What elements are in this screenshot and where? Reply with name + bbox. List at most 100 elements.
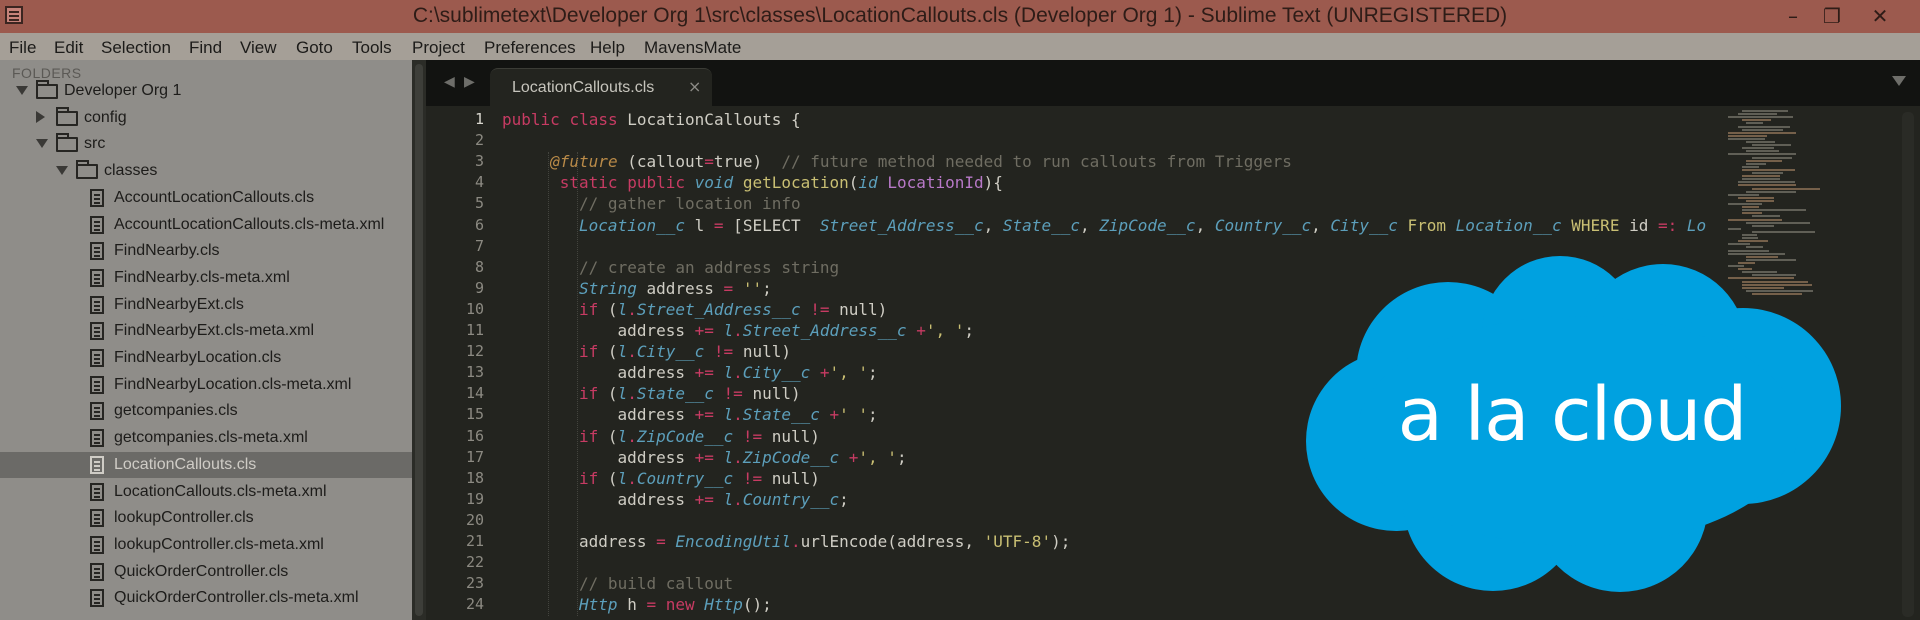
code-line[interactable]: if (l.Country__c != null) — [579, 469, 820, 490]
code-line[interactable]: String address = ''; — [579, 279, 772, 300]
minimap-line — [1728, 137, 1766, 140]
code-line[interactable]: // create an address string — [579, 258, 839, 279]
minimap-line — [1752, 172, 1784, 174]
code-line[interactable]: address += l.Country__c; — [618, 490, 849, 511]
code-line[interactable]: public class LocationCallouts { — [502, 110, 801, 131]
menu-view[interactable]: View — [240, 35, 277, 58]
sidebar-file[interactable]: AccountLocationCallouts.cls — [0, 185, 412, 211]
code-line[interactable]: if (l.City__c != null) — [579, 342, 791, 363]
minimap-line — [1738, 184, 1796, 187]
sidebar-file[interactable]: AccountLocationCallouts.cls-meta.xml — [0, 212, 412, 238]
sidebar-file[interactable]: LocationCallouts.cls-meta.xml — [0, 479, 412, 505]
menu-help[interactable]: Help — [590, 35, 625, 58]
code-line[interactable]: address += l.State__c +' '; — [618, 405, 878, 426]
menu-selection[interactable]: Selection — [101, 35, 171, 58]
expand-arrow-icon[interactable] — [56, 166, 68, 176]
tab-label: LocationCallouts.cls — [512, 79, 655, 96]
line-number: 13 — [465, 363, 484, 382]
expand-arrow-icon[interactable] — [16, 86, 28, 95]
sidebar-scrollbar[interactable] — [412, 60, 426, 620]
minimap-line — [1752, 215, 1780, 218]
close-window-button[interactable]: ✕ — [1862, 2, 1898, 30]
sidebar-item-label: FindNearbyExt.cls-meta.xml — [114, 322, 315, 340]
menu-goto[interactable]: Goto — [296, 35, 333, 58]
file-icon — [90, 482, 104, 501]
line-number: 21 — [465, 532, 484, 550]
sidebar-file[interactable]: QuickOrderController.cls-meta.xml — [0, 585, 412, 611]
minimap-line — [1738, 240, 1768, 243]
sidebar-file[interactable]: lookupController.cls-meta.xml — [0, 532, 412, 558]
sidebar-item-label: QuickOrderController.cls-meta.xml — [114, 589, 359, 607]
minimap-line — [1742, 165, 1760, 168]
code-line[interactable]: // gather location info — [579, 194, 801, 215]
minimap-line — [1746, 246, 1764, 249]
sidebar-folder[interactable]: src — [0, 131, 412, 157]
minimap-line — [1742, 110, 1788, 112]
code-line[interactable]: // build callout — [579, 574, 733, 595]
sidebar-file[interactable]: FindNearbyExt.cls — [0, 292, 412, 318]
folder-open-icon — [36, 80, 58, 99]
tab-list-dropdown-icon[interactable] — [1892, 76, 1906, 86]
code-line[interactable]: address += l.Street_Address__c +', '; — [618, 321, 974, 342]
sidebar-file[interactable]: FindNearbyExt.cls-meta.xml — [0, 318, 412, 344]
minimize-button[interactable]: – — [1775, 2, 1811, 30]
code-line[interactable]: Http h = new Http(); — [579, 595, 772, 616]
code-line[interactable]: Location__c l = [SELECT Street_Address__… — [579, 216, 1706, 237]
sidebar-scroll-thumb[interactable] — [415, 64, 423, 616]
indent-guide — [577, 152, 579, 617]
menu-mavensmate[interactable]: MavensMate — [644, 35, 741, 58]
code-line[interactable]: if (l.ZipCode__c != null) — [579, 427, 820, 448]
line-number: 12 — [465, 342, 484, 361]
code-line[interactable]: address += l.ZipCode__c +', '; — [618, 448, 907, 469]
tab-location-callouts[interactable]: LocationCallouts.cls × — [490, 68, 712, 106]
sidebar-file[interactable]: FindNearbyLocation.cls-meta.xml — [0, 372, 412, 398]
file-icon — [90, 322, 104, 341]
tab-close-icon[interactable]: × — [688, 77, 701, 96]
file-icon — [90, 402, 104, 421]
sidebar-file[interactable]: FindNearby.cls-meta.xml — [0, 265, 412, 291]
expand-arrow-icon[interactable] — [36, 139, 48, 149]
minimap-line — [1742, 209, 1807, 212]
menu-bar: File Edit Selection Find View Goto Tools… — [0, 33, 1920, 60]
sidebar-folder[interactable]: config — [0, 105, 412, 131]
minimap-line — [1752, 144, 1791, 147]
sidebar-file[interactable]: getcompanies.cls — [0, 398, 412, 424]
minimap-line — [1742, 234, 1758, 236]
menu-find[interactable]: Find — [189, 35, 222, 58]
tab-back-icon[interactable]: ◀ — [444, 74, 455, 90]
sidebar-file[interactable]: lookupController.cls — [0, 505, 412, 531]
code-line[interactable]: if (l.Street_Address__c != null) — [579, 300, 887, 321]
restore-button[interactable]: ❐ — [1814, 2, 1850, 30]
line-number: 17 — [465, 447, 484, 466]
line-number: 9 — [474, 278, 484, 297]
code-line[interactable]: address += l.City__c +', '; — [618, 363, 878, 384]
sidebar: FOLDERS Developer Org 1 config src classes A… — [0, 60, 412, 620]
code-line[interactable]: static public void getLocation(id Locati… — [560, 173, 1003, 194]
sidebar-file[interactable]: getcompanies.cls-meta.xml — [0, 425, 412, 451]
menu-tools[interactable]: Tools — [352, 35, 392, 58]
menu-file[interactable]: File — [9, 35, 36, 58]
menu-preferences[interactable]: Preferences — [484, 35, 576, 58]
sidebar-file[interactable]: FindNearbyLocation.cls — [0, 345, 412, 371]
collapse-arrow-icon[interactable] — [36, 110, 45, 123]
sidebar-file[interactable]: QuickOrderController.cls — [0, 559, 412, 585]
tab-forward-icon[interactable]: ▶ — [464, 74, 475, 90]
code-line[interactable]: if (l.State__c != null) — [579, 384, 801, 405]
sidebar-item-label: getcompanies.cls-meta.xml — [114, 429, 308, 447]
sidebar-item-label: FindNearbyLocation.cls-meta.xml — [114, 375, 352, 393]
line-number: 5 — [474, 194, 484, 213]
line-number: 1 — [474, 110, 484, 128]
sidebar-folder[interactable]: classes — [0, 158, 412, 184]
menu-edit[interactable]: Edit — [54, 35, 83, 58]
sidebar-file[interactable]: FindNearby.cls — [0, 238, 412, 264]
sidebar-folder[interactable]: Developer Org 1 — [0, 78, 412, 104]
menu-project[interactable]: Project — [412, 35, 465, 58]
minimap-line — [1742, 206, 1760, 209]
sidebar-file[interactable]: LocationCallouts.cls — [0, 451, 412, 478]
code-line[interactable]: address = EncodingUtil.urlEncode(address… — [579, 532, 1070, 553]
line-number: 19 — [465, 489, 484, 508]
minimap-line — [1752, 224, 1775, 227]
file-icon — [90, 509, 104, 528]
code-line[interactable]: @future (callout=true) // future method … — [550, 152, 1292, 173]
editor-scrollbar[interactable] — [1902, 112, 1914, 617]
